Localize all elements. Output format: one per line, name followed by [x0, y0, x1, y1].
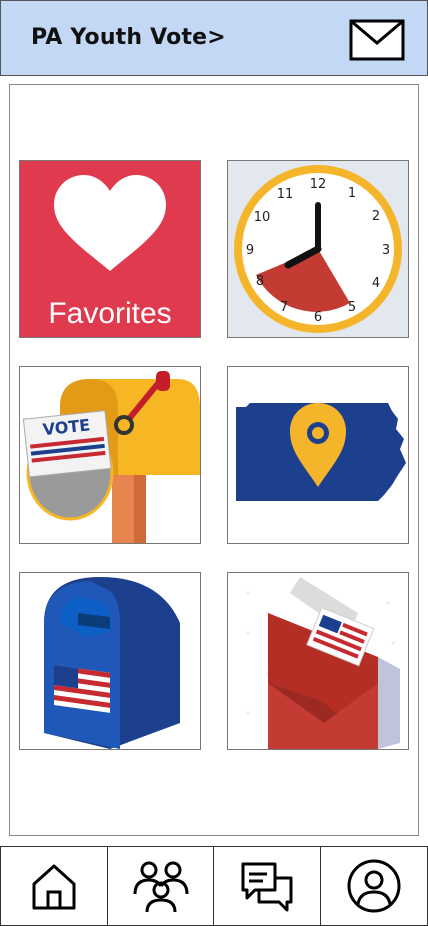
nav-home[interactable] — [0, 846, 108, 926]
svg-text:11: 11 — [277, 187, 294, 202]
svg-text:5: 5 — [348, 300, 356, 315]
pa-map-tile[interactable] — [227, 366, 409, 544]
people-icon — [133, 861, 188, 913]
pennsylvania-map-pin-icon — [228, 367, 408, 543]
ballot-envelope-icon — [228, 573, 408, 749]
svg-text:6: 6 — [314, 310, 322, 325]
svg-text:9: 9 — [246, 243, 254, 258]
clock-icon: 1212 345 678 91011 — [228, 161, 408, 337]
nav-profile[interactable] — [320, 846, 428, 926]
chat-icon — [241, 862, 293, 912]
favorites-label: Favorites — [48, 297, 171, 330]
vote-mailbox-tile[interactable]: VOTE — [19, 366, 201, 544]
svg-text:1: 1 — [348, 186, 356, 201]
svg-text:2: 2 — [372, 209, 380, 224]
svg-text:7: 7 — [280, 300, 288, 315]
mail-icon[interactable] — [349, 19, 405, 61]
page-title[interactable]: PA Youth Vote> — [31, 25, 226, 50]
svg-text:4: 4 — [372, 276, 380, 291]
svg-text:3: 3 — [382, 243, 390, 258]
svg-text:10: 10 — [254, 210, 271, 225]
favorites-tile[interactable]: Favorites — [19, 160, 201, 338]
home-icon — [32, 864, 76, 910]
profile-icon — [347, 859, 401, 913]
usps-mailbox-icon — [20, 573, 200, 749]
ballot-envelope-tile[interactable] — [227, 572, 409, 750]
app-header: PA Youth Vote> — [0, 0, 428, 76]
usps-mailbox-tile[interactable] — [19, 572, 201, 750]
svg-text:12: 12 — [310, 177, 327, 192]
heart-icon: Favorites — [20, 161, 200, 337]
svg-text:8: 8 — [256, 274, 264, 289]
bottom-nav — [0, 846, 428, 926]
clock-tile[interactable]: 12 1 2 345 678 9 10 11 — [227, 160, 409, 338]
vote-mailbox-icon: VOTE — [20, 367, 200, 543]
nav-messages[interactable] — [213, 846, 321, 926]
nav-community[interactable] — [107, 846, 214, 926]
